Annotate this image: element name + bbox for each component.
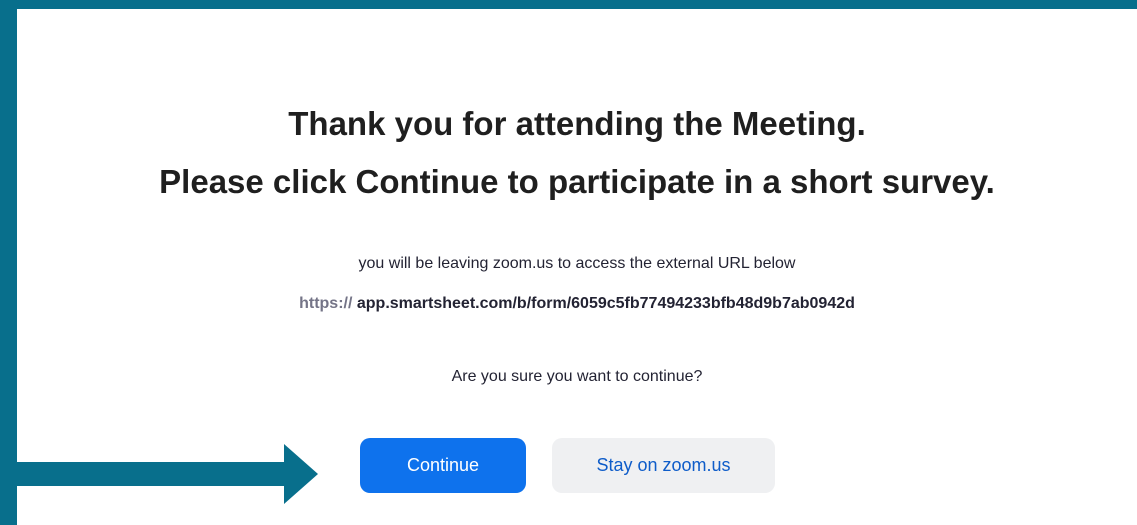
- url-scheme: https://: [299, 295, 353, 312]
- leaving-notice: you will be leaving zoom.us to access th…: [358, 255, 796, 272]
- continue-button[interactable]: Continue: [360, 438, 526, 493]
- confirm-question: Are you sure you want to continue?: [451, 368, 703, 385]
- external-url: https:// app.smartsheet.com/b/form/6059c…: [17, 294, 1137, 314]
- stay-on-zoom-button[interactable]: Stay on zoom.us: [552, 438, 775, 493]
- page-title-line-1: Thank you for attending the Meeting.: [288, 105, 866, 142]
- url-path: app.smartsheet.com/b/form/6059c5fb774942…: [356, 295, 855, 312]
- right-arrow-icon: [0, 444, 318, 504]
- page-title-line-2: Please click Continue to participate in …: [159, 163, 995, 200]
